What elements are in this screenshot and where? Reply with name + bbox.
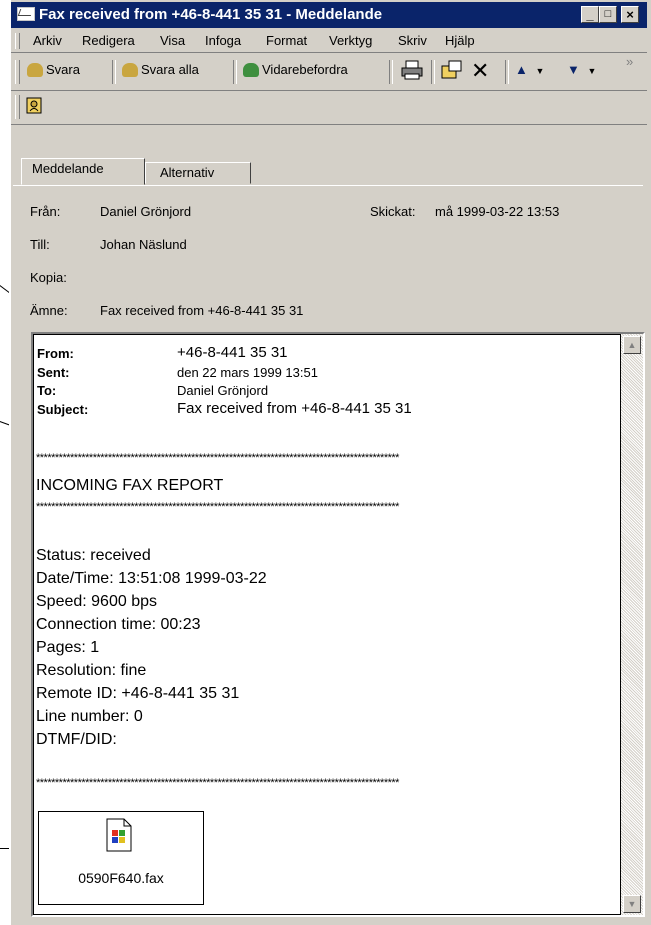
body-sent-label: Sent: [37, 365, 70, 380]
separator-stars: ****************************************… [36, 452, 399, 464]
fax-file-icon [106, 818, 132, 852]
vertical-scrollbar[interactable]: ▲ ▼ [621, 334, 643, 915]
toolbar-grip[interactable] [15, 60, 20, 84]
chevron-down-icon: ▼ [587, 66, 597, 76]
body-subject-label: Subject: [37, 402, 89, 417]
report-line: Line number: 0 [36, 708, 143, 725]
menu-arkiv[interactable]: Arkiv [33, 33, 62, 48]
reply-all-icon [122, 63, 138, 77]
printer-icon [401, 60, 423, 80]
delete-icon: ✕ [471, 58, 490, 83]
tab-message[interactable]: Meddelande [21, 158, 145, 185]
menu-skriv[interactable]: Skriv [398, 33, 427, 48]
move-to-folder-button[interactable] [441, 60, 463, 83]
body-to-label: To: [37, 383, 57, 398]
separator-stars: ****************************************… [36, 501, 399, 513]
reply-all-button[interactable]: Svara alla [122, 62, 199, 77]
toolbar-overflow-button[interactable]: » [626, 54, 633, 69]
down-arrow-icon: ▼ [567, 62, 580, 77]
forward-button[interactable]: Vidarebefordra [243, 62, 348, 77]
report-line: Pages: 1 [36, 639, 100, 656]
toolbar-separator [112, 60, 116, 84]
up-arrow-icon: ▲ [515, 62, 528, 77]
delete-button[interactable]: ✕ [471, 58, 489, 84]
body-from-value: +46-8-441 35 31 [177, 344, 288, 361]
title-bar[interactable]: Fax received from +46-8-441 35 31 - Medd… [11, 2, 647, 28]
toolbar-separator [233, 60, 237, 84]
toolbar-separator [505, 60, 509, 84]
scroll-down-button[interactable]: ▼ [623, 895, 641, 913]
close-button[interactable]: × [621, 6, 639, 23]
envelope-icon [17, 7, 35, 21]
report-title: INCOMING FAX REPORT [36, 477, 224, 494]
toolbar-separator [431, 60, 435, 84]
menu-infoga[interactable]: Infoga [205, 33, 241, 48]
body-from-label: From: [37, 346, 74, 361]
maximize-button[interactable]: □ [599, 6, 617, 23]
reply-button[interactable]: Svara [27, 62, 80, 77]
window-title: Fax received from +46-8-441 35 31 - Medd… [39, 6, 383, 23]
extra-toolbar [11, 91, 647, 125]
from-value[interactable]: Daniel Grönjord [100, 204, 191, 219]
message-body-frame: From: +46-8-441 35 31 Sent: den 22 mars … [31, 332, 645, 917]
message-window: Fax received from +46-8-441 35 31 - Medd… [9, 0, 651, 925]
print-button[interactable] [401, 60, 423, 83]
minimize-button[interactable]: _ [581, 6, 599, 23]
subject-label: Ämne: [30, 303, 68, 318]
message-tabs: Meddelande Alternativ [11, 156, 647, 186]
to-value[interactable]: Johan Näslund [100, 237, 187, 252]
attachment-filename: 0590F640.fax [78, 870, 164, 886]
standard-toolbar: Svara Svara alla Vidarebefordra ✕ ▲ ▼ ▼ … [11, 54, 647, 91]
separator-stars: ****************************************… [36, 777, 399, 789]
address-book-icon [26, 97, 42, 114]
toolbar-grip[interactable] [15, 95, 20, 119]
sent-label: Skickat: [370, 204, 416, 219]
menu-bar: Arkiv Redigera Visa Infoga Format Verkty… [11, 30, 647, 53]
report-line: Connection time: 00:23 [36, 616, 201, 633]
message-header: Från: Daniel Grönjord Skickat: må 1999-0… [13, 185, 643, 328]
body-to-value: Daniel Grönjord [177, 383, 269, 398]
to-label: Till: [30, 237, 50, 252]
reply-icon [27, 63, 43, 77]
body-sent-value: den 22 mars 1999 13:51 [177, 365, 318, 380]
sent-value: må 1999-03-22 13:53 [435, 204, 560, 219]
address-book-button[interactable] [25, 96, 45, 119]
menu-grip[interactable] [15, 33, 20, 49]
chevron-down-icon: ▼ [535, 66, 545, 76]
menu-hjalp[interactable]: Hjälp [445, 33, 475, 48]
menu-verktyg[interactable]: Verktyg [329, 33, 372, 48]
menu-visa[interactable]: Visa [160, 33, 185, 48]
scroll-up-button[interactable]: ▲ [623, 336, 641, 354]
forward-icon [243, 63, 259, 77]
report-line: Date/Time: 13:51:08 1999-03-22 [36, 570, 267, 587]
report-line: Remote ID: +46-8-441 35 31 [36, 685, 240, 702]
report-line: DTMF/DID: [36, 731, 117, 748]
message-body[interactable]: From: +46-8-441 35 31 Sent: den 22 mars … [33, 334, 621, 915]
previous-item-button[interactable]: ▲ ▼ [515, 62, 544, 77]
subject-value: Fax received from +46-8-441 35 31 [100, 303, 304, 318]
move-to-folder-icon [441, 60, 462, 79]
cc-label: Kopia: [30, 270, 67, 285]
menu-redigera[interactable]: Redigera [82, 33, 135, 48]
tab-options[interactable]: Alternativ [145, 162, 251, 184]
report-line: Resolution: fine [36, 662, 147, 679]
fax-attachment[interactable]: 0590F640.fax [38, 811, 204, 905]
body-subject-value: Fax received from +46-8-441 35 31 [177, 400, 412, 417]
report-line: Status: received [36, 547, 151, 564]
report-line: Speed: 9600 bps [36, 593, 157, 610]
toolbar-separator [389, 60, 393, 84]
menu-format[interactable]: Format [266, 33, 307, 48]
next-item-button[interactable]: ▼ ▼ [567, 62, 596, 77]
from-label: Från: [30, 204, 61, 219]
